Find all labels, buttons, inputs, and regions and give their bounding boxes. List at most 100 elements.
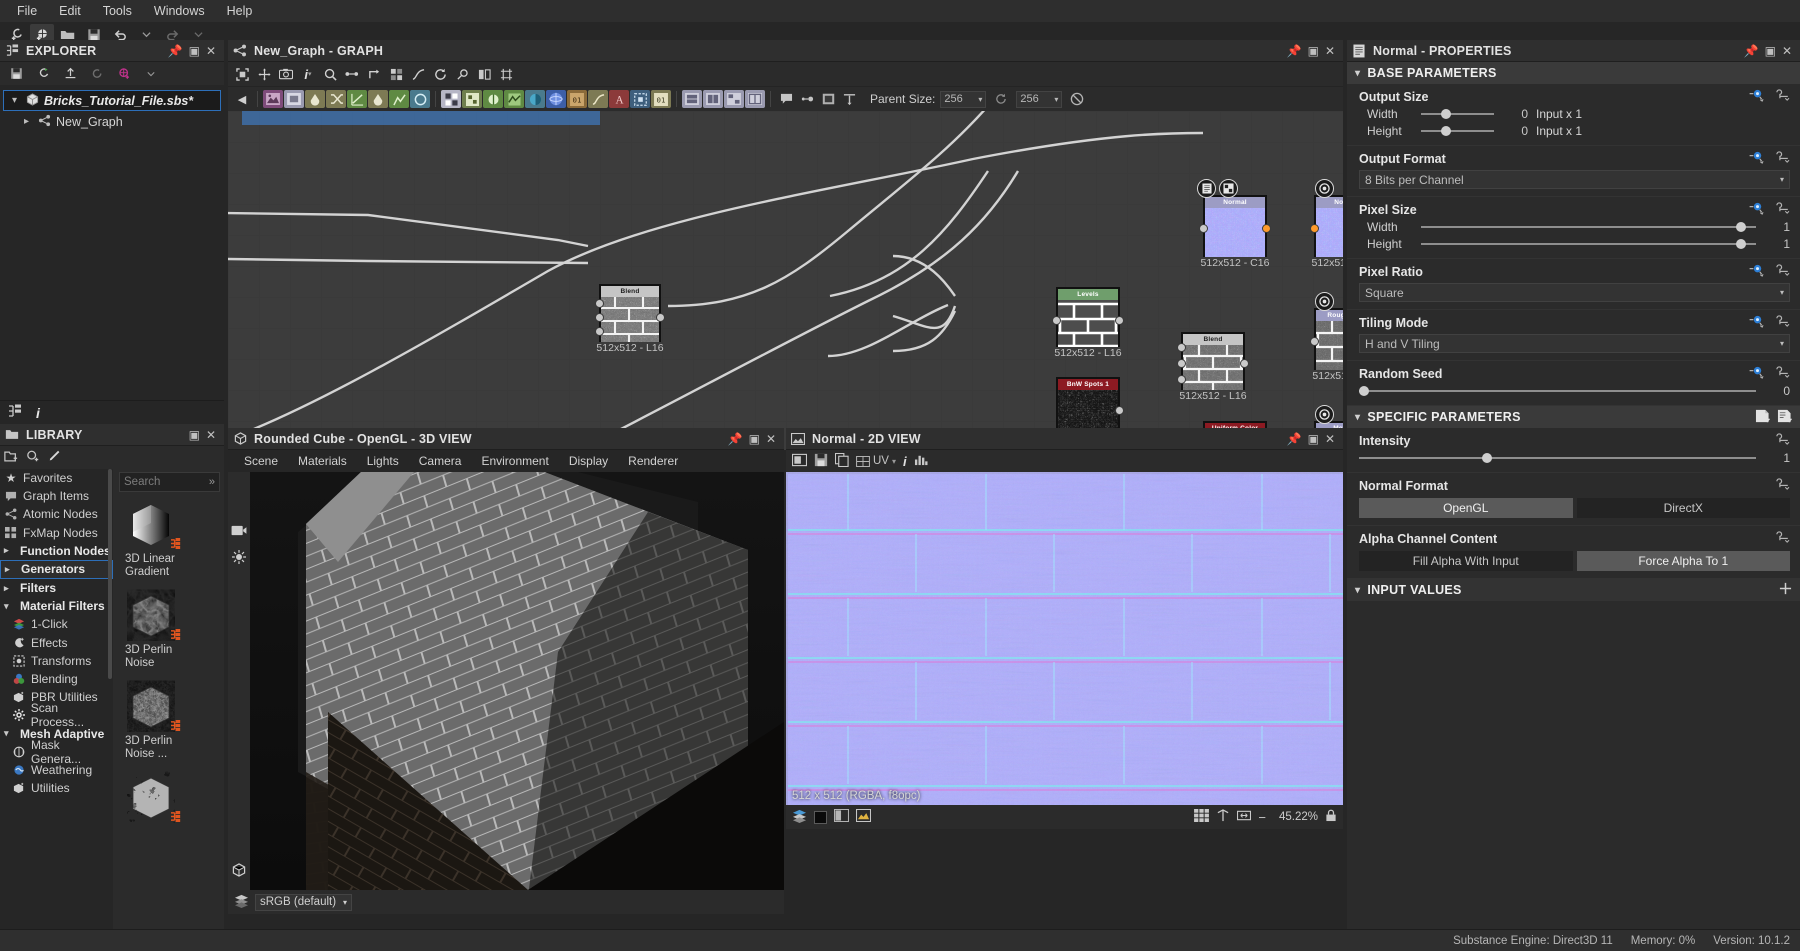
tile2-node-icon[interactable]: [703, 90, 723, 108]
normal-format-directx-button[interactable]: DirectX: [1576, 498, 1790, 518]
lib-cat-fxmap-nodes[interactable]: FxMap Nodes: [0, 524, 113, 542]
node-input-port[interactable]: [1199, 224, 1208, 233]
grid-snap-icon[interactable]: [386, 65, 406, 83]
node-output-port[interactable]: [1115, 316, 1124, 325]
camera-mode-icon[interactable]: [231, 524, 247, 540]
link-size-icon[interactable]: [991, 90, 1011, 108]
shuffle-node-icon[interactable]: [326, 90, 346, 108]
pin-node-icon[interactable]: [452, 65, 472, 83]
output-doc-icon[interactable]: [1197, 179, 1216, 198]
frame-comment-icon[interactable]: [818, 90, 838, 108]
node-levels[interactable]: Levels 512x512 - L16: [1052, 287, 1124, 359]
explorer-item-package[interactable]: ▾ Bricks_Tutorial_File.sbs*: [3, 90, 221, 111]
maximize-icon[interactable]: ▣: [1765, 45, 1776, 57]
tiling-toggle-icon[interactable]: [1216, 809, 1230, 825]
node-output-port[interactable]: [1262, 224, 1271, 233]
close-icon[interactable]: ✕: [206, 429, 216, 441]
parent-size-width-select[interactable]: 256 ▾: [940, 90, 987, 108]
node-blend-left[interactable]: Blend 512x512 - L16: [595, 284, 665, 354]
node-output-roughness[interactable]: Roughness 512x512 -: [1310, 292, 1343, 382]
lib-cat-favorites[interactable]: ★ Favorites: [0, 469, 113, 487]
lib-cat-material-filters[interactable]: ▾ Material Filters: [0, 597, 113, 615]
library-search-input[interactable]: Search »: [119, 472, 220, 492]
menu-materials[interactable]: Materials: [288, 452, 357, 470]
fxmap-node-icon[interactable]: [441, 90, 461, 108]
menu-environment[interactable]: Environment: [471, 452, 558, 470]
split-view-icon[interactable]: [834, 808, 849, 825]
expose-parameter-icon[interactable]: [1749, 315, 1766, 331]
reset-size-icon[interactable]: [1067, 90, 1087, 108]
expose-parameter-icon[interactable]: [1749, 264, 1766, 280]
node-input-port[interactable]: [1177, 359, 1186, 368]
pin-icon[interactable]: 📌: [168, 45, 183, 57]
library-item[interactable]: 3D Linear Gradient: [125, 498, 197, 579]
library-item[interactable]: 3D Perlin Noise ...: [125, 680, 197, 761]
zoom-reset-icon[interactable]: −: [1258, 810, 1266, 825]
output-size-width-slider[interactable]: [1421, 108, 1494, 120]
node-output-normal[interactable]: Normal 512x512 - C16: [1310, 179, 1343, 269]
menu-item-windows[interactable]: Windows: [143, 1, 216, 21]
revert-icon[interactable]: [85, 63, 109, 85]
maximize-icon[interactable]: ▣: [1308, 433, 1319, 445]
colorspace-select[interactable]: sRGB (default) ▾: [255, 893, 352, 911]
menu-item-tools[interactable]: Tools: [92, 1, 143, 21]
node-input-port[interactable]: [1177, 375, 1186, 384]
black-swatch[interactable]: [814, 810, 827, 824]
lib-cat-generators[interactable]: ▸ Generators: [0, 559, 113, 579]
node-output-port[interactable]: [1115, 406, 1124, 415]
sphere-node-icon[interactable]: [546, 90, 566, 108]
color-node-icon[interactable]: [525, 90, 545, 108]
link-icon[interactable]: [342, 65, 362, 83]
function-link-icon[interactable]: [1775, 264, 1790, 280]
fit-to-view-icon[interactable]: [1237, 809, 1252, 825]
tile1-node-icon[interactable]: [682, 90, 702, 108]
curve-node-icon[interactable]: [347, 90, 367, 108]
expose-parameter-icon[interactable]: [1749, 366, 1766, 382]
chevron-down-icon[interactable]: ▾: [4, 601, 15, 612]
new-folder-icon[interactable]: [4, 450, 18, 466]
pin-icon[interactable]: 📌: [728, 433, 743, 445]
pixel-node-icon[interactable]: [462, 90, 482, 108]
chevron-right-icon[interactable]: ▸: [4, 583, 15, 594]
lock-icon[interactable]: [1325, 809, 1337, 825]
parent-size-height-select[interactable]: 256 ▾: [1016, 90, 1063, 108]
color-mode-icon[interactable]: [856, 808, 871, 825]
mix-node-icon[interactable]: [504, 90, 524, 108]
move-icon[interactable]: [254, 65, 274, 83]
chevron-down-icon[interactable]: ▾: [1355, 585, 1360, 596]
maximize-icon[interactable]: ▣: [749, 433, 760, 445]
tree-view-icon[interactable]: [8, 404, 22, 421]
output-marker-icon[interactable]: [1315, 405, 1334, 424]
uv-toggle[interactable]: UV ▾: [856, 455, 896, 467]
intensity-slider[interactable]: [1359, 452, 1756, 464]
expose-parameter-icon[interactable]: [1749, 89, 1766, 105]
node-input-port[interactable]: [595, 313, 604, 322]
graph-canvas[interactable]: Blend 512x512 - L16 Levels 512x512 - L16…: [228, 111, 1343, 450]
close-icon[interactable]: ✕: [1325, 433, 1335, 445]
node-output-port[interactable]: [656, 313, 665, 322]
chevron-right-icon[interactable]: ▸: [4, 545, 15, 556]
edit-pencil-icon[interactable]: [48, 449, 62, 466]
menu-renderer[interactable]: Renderer: [618, 452, 688, 470]
tile3-node-icon[interactable]: [724, 90, 744, 108]
noise-node-icon[interactable]: 01: [567, 90, 587, 108]
comment-icon[interactable]: [776, 90, 796, 108]
save-icon[interactable]: [4, 63, 28, 85]
water-node-icon[interactable]: [305, 90, 325, 108]
close-icon[interactable]: ✕: [1782, 45, 1792, 57]
pixel-size-height-slider[interactable]: [1421, 238, 1756, 250]
output-marker-icon[interactable]: [1315, 292, 1334, 311]
pixel-size-width-slider[interactable]: [1421, 221, 1756, 233]
grayscale-node-icon[interactable]: [284, 90, 304, 108]
histogram-icon[interactable]: [914, 453, 928, 469]
lib-cat-effects[interactable]: Effects: [0, 634, 113, 652]
output-marker-icon[interactable]: [1315, 179, 1334, 198]
alpha-fill-with-input-button[interactable]: Fill Alpha With Input: [1359, 551, 1573, 571]
chevron-down-icon[interactable]: ▾: [1355, 68, 1360, 79]
commit-icon[interactable]: [31, 63, 55, 85]
save-image-icon[interactable]: [814, 453, 828, 470]
node-input-port[interactable]: [595, 327, 604, 336]
menu-item-help[interactable]: Help: [216, 1, 264, 21]
pin-icon[interactable]: 📌: [1744, 45, 1759, 57]
info-icon[interactable]: i: [36, 405, 40, 421]
